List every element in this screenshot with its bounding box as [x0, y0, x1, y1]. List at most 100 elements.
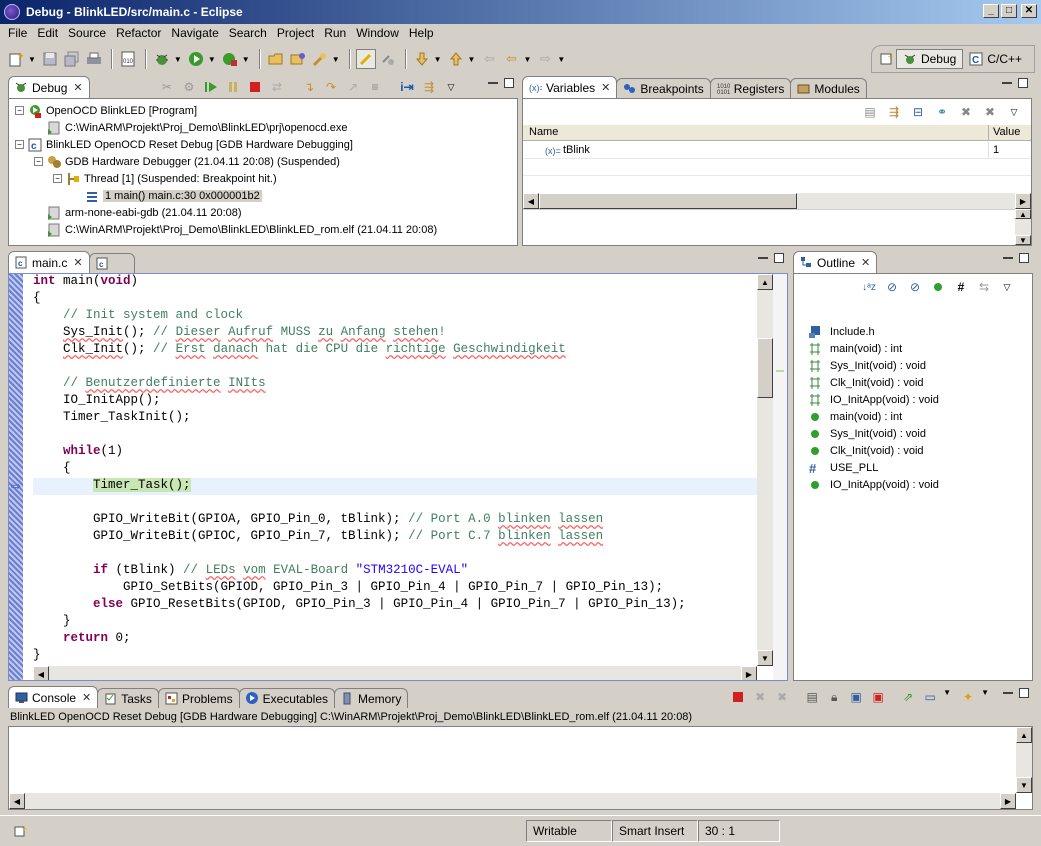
- close-icon[interactable]: ✕: [861, 256, 870, 269]
- close-icon[interactable]: ✕: [601, 81, 610, 94]
- open-folder-icon[interactable]: [266, 49, 286, 69]
- tree-item[interactable]: − OpenOCD BlinkLED [Program]: [15, 102, 517, 119]
- minimize-icon[interactable]: [1003, 257, 1013, 260]
- minimize-icon[interactable]: [488, 82, 498, 85]
- search-dropdown-icon[interactable]: ▼: [332, 55, 340, 64]
- tab-registers[interactable]: 1010 0101 Registers: [709, 78, 792, 98]
- tab-console[interactable]: Console ✕: [8, 686, 99, 708]
- external-tools-dropdown-icon[interactable]: ▼: [242, 55, 250, 64]
- table-row[interactable]: (x)= tBlink 1: [523, 141, 1031, 159]
- new-icon[interactable]: ✦: [6, 49, 26, 69]
- overview-ruler[interactable]: [773, 274, 787, 680]
- external-tools-icon[interactable]: [220, 49, 240, 69]
- outline-item[interactable]: Sys_Init(void) : void: [806, 357, 1026, 374]
- remove-all-terminated-icon[interactable]: ✖: [773, 688, 791, 706]
- terminate-icon[interactable]: [246, 78, 264, 96]
- maximize-icon[interactable]: [774, 253, 784, 263]
- display-console-icon[interactable]: ▭: [921, 688, 939, 706]
- menu-edit[interactable]: Edit: [33, 26, 64, 40]
- suspend-icon[interactable]: [224, 78, 242, 96]
- step-over-icon[interactable]: ↷: [322, 78, 340, 96]
- close-icon[interactable]: ✕: [73, 256, 82, 269]
- view-menu-icon[interactable]: ▽: [998, 278, 1016, 296]
- view-menu-icon[interactable]: ▽: [442, 78, 460, 96]
- forward-icon[interactable]: ⇨: [535, 49, 555, 69]
- tab-modules[interactable]: Modules: [790, 78, 867, 98]
- tab-debug[interactable]: Debug ✕: [8, 76, 90, 98]
- use-step-filters-icon[interactable]: ⇶: [420, 78, 438, 96]
- code-text[interactable]: int main(void) { // Init system and cloc…: [33, 274, 757, 664]
- remove-terminated-icon[interactable]: ✂: [158, 78, 176, 96]
- perspective-debug[interactable]: Debug: [895, 49, 964, 69]
- console-hscrollbar[interactable]: ◀ ▶: [9, 793, 1016, 809]
- tab-breakpoints[interactable]: Breakpoints: [616, 78, 711, 98]
- tab-memory[interactable]: Memory: [334, 688, 409, 708]
- back-icon[interactable]: ⇦: [501, 49, 521, 69]
- forward-dropdown-icon[interactable]: ▼: [557, 55, 565, 64]
- menu-navigate[interactable]: Navigate: [167, 26, 224, 40]
- outline-item[interactable]: Sys_Init(void) : void: [806, 425, 1026, 442]
- tab-problems[interactable]: Problems: [157, 688, 240, 708]
- print-icon[interactable]: [84, 49, 104, 69]
- remove-all-global-icon[interactable]: ✖: [981, 103, 999, 121]
- minimize-button[interactable]: _: [983, 4, 999, 18]
- outline-item[interactable]: Include.h: [806, 323, 1026, 340]
- next-annotation-icon[interactable]: [412, 49, 432, 69]
- tab-c-file[interactable]: c: [88, 253, 135, 273]
- add-global-variables-icon[interactable]: ⚭: [933, 103, 951, 121]
- menu-search[interactable]: Search: [225, 26, 273, 40]
- menu-source[interactable]: Source: [64, 26, 112, 40]
- maximize-icon[interactable]: [1018, 78, 1028, 88]
- console-output[interactable]: ▲ ▼ ◀ ▶: [8, 726, 1033, 810]
- new-dropdown-icon[interactable]: ▼: [28, 55, 36, 64]
- pin-console-icon[interactable]: ⇗: [899, 688, 917, 706]
- close-button[interactable]: ✕: [1021, 4, 1037, 18]
- minimize-icon[interactable]: [1003, 692, 1013, 695]
- outline-item[interactable]: main(void) : int: [806, 408, 1026, 425]
- save-icon[interactable]: [40, 49, 60, 69]
- resume-icon[interactable]: [202, 78, 220, 96]
- run-icon[interactable]: [186, 49, 206, 69]
- open-console-dropdown-icon[interactable]: ▼: [981, 688, 989, 706]
- open-console-icon[interactable]: ✦: [959, 688, 977, 706]
- tree-collapse-icon[interactable]: −: [53, 174, 62, 183]
- prev-annotation-icon[interactable]: [446, 49, 466, 69]
- collapse-all-icon[interactable]: ⊟: [909, 103, 927, 121]
- tree-collapse-icon[interactable]: −: [15, 106, 24, 115]
- remove-global-icon[interactable]: ✖: [957, 103, 975, 121]
- show-type-names-icon[interactable]: ▤: [861, 103, 879, 121]
- menu-refactor[interactable]: Refactor: [112, 26, 167, 40]
- back-dropdown-icon[interactable]: ▼: [523, 55, 531, 64]
- outline-item[interactable]: Clk_Init(void) : void: [806, 442, 1026, 459]
- debug-run-icon[interactable]: [152, 49, 172, 69]
- maximize-icon[interactable]: [1019, 253, 1029, 263]
- minimize-icon[interactable]: [758, 257, 768, 260]
- editor-hscrollbar[interactable]: ◀ ▶: [33, 666, 757, 680]
- next-annotation-dropdown-icon[interactable]: ▼: [434, 55, 442, 64]
- maximize-icon[interactable]: [504, 78, 514, 88]
- show-on-stdout-icon[interactable]: ▣: [847, 688, 865, 706]
- run-dropdown-icon[interactable]: ▼: [208, 55, 216, 64]
- perspective-cpp[interactable]: C C/C++: [963, 50, 1028, 68]
- editor-vscrollbar[interactable]: ▲ ▼: [757, 274, 773, 666]
- column-value-header[interactable]: Value: [989, 125, 1020, 140]
- open-perspective-icon[interactable]: +: [878, 50, 896, 68]
- console-vscrollbar[interactable]: ▲ ▼: [1016, 727, 1032, 793]
- tree-item[interactable]: − GDB Hardware Debugger (21.04.11 20:08) …: [15, 153, 517, 170]
- drop-to-frame-icon[interactable]: ≡: [366, 78, 384, 96]
- tree-collapse-icon[interactable]: −: [34, 157, 43, 166]
- outline-item[interactable]: IO_InitApp(void) : void: [806, 476, 1026, 493]
- annotation-ruler[interactable]: [9, 274, 23, 680]
- tree-item[interactable]: C:\WinARM\Projekt\Proj_Demo\BlinkLED\Bli…: [15, 221, 517, 238]
- show-on-stderr-icon[interactable]: ▣: [869, 688, 887, 706]
- fast-view-icon[interactable]: +: [8, 820, 34, 842]
- tree-item[interactable]: − c BlinkLED OpenOCD Reset Debug [GDB Hard…: [15, 136, 517, 153]
- tab-outline[interactable]: Outline ✕: [793, 251, 878, 273]
- menu-help[interactable]: Help: [405, 26, 440, 40]
- tab-tasks[interactable]: Tasks: [97, 688, 159, 708]
- prev-annotation-dropdown-icon[interactable]: ▼: [468, 55, 476, 64]
- display-console-dropdown-icon[interactable]: ▼: [943, 688, 951, 706]
- variable-detail-pane[interactable]: [523, 209, 1015, 245]
- step-into-icon[interactable]: ↴: [300, 78, 318, 96]
- maximize-button[interactable]: □: [1001, 4, 1017, 18]
